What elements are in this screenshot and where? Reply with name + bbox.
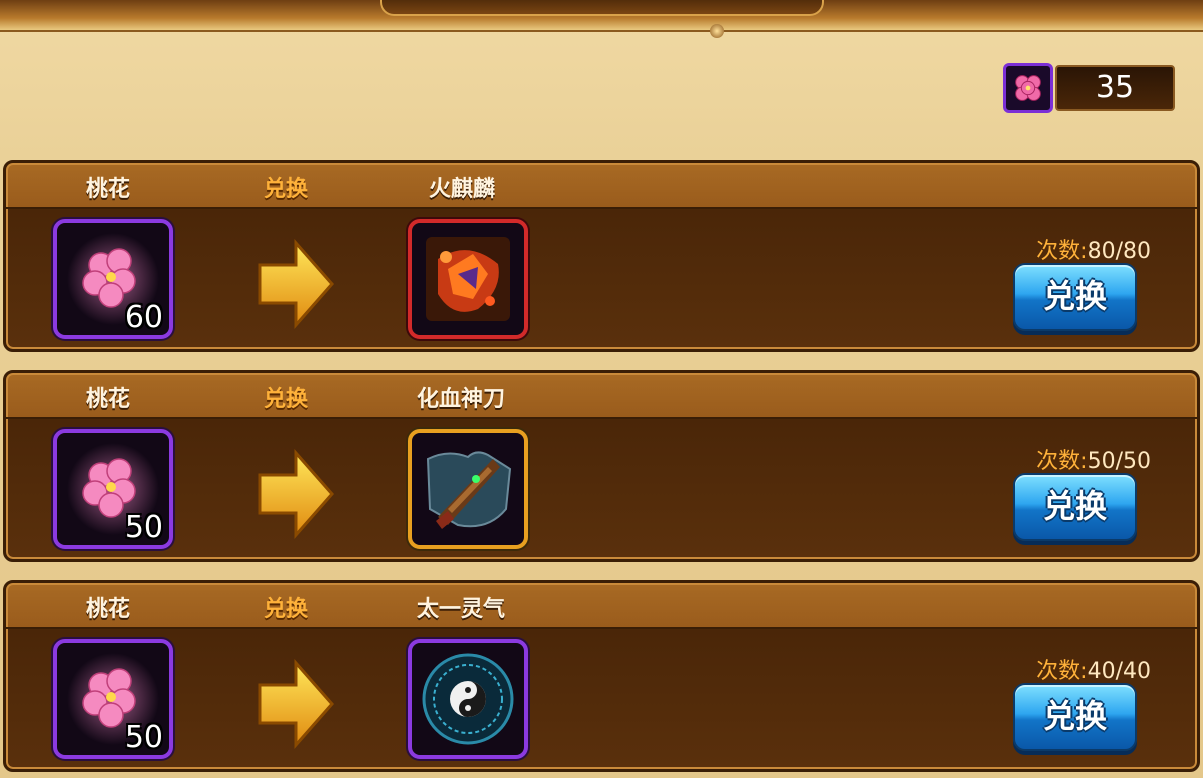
cost-label: 桃花	[86, 597, 131, 622]
exchange-row: 桃花 兑换 太一灵气 50 次数:40/40 兑换	[3, 580, 1200, 772]
count-value: 50/50	[1087, 449, 1151, 474]
row-divider	[6, 627, 1197, 629]
row-divider	[6, 207, 1197, 209]
exchange-label: 兑换	[264, 387, 309, 412]
count-label: 次数:	[1036, 659, 1088, 684]
redeem-button[interactable]: 兑换	[1013, 473, 1137, 541]
exchange-count: 次数:50/50	[1036, 443, 1151, 475]
peach-blossom-icon	[1003, 63, 1053, 113]
reward-name: 太一灵气	[417, 597, 506, 622]
reward-item-slot[interactable]	[408, 429, 528, 549]
exchange-label: 兑换	[264, 597, 309, 622]
cost-label: 桃花	[86, 177, 131, 202]
blood-blade-fragment-icon	[426, 451, 512, 529]
reward-name: 化血神刀	[417, 387, 506, 412]
reward-item-slot[interactable]	[408, 219, 528, 339]
fire-qilin-fragment-icon	[426, 237, 510, 321]
arrow-right-icon	[258, 239, 334, 329]
taiji-spirit-icon	[422, 653, 514, 745]
exchange-row: 桃花 兑换 化血神刀 50 次数:50/50 兑换	[3, 370, 1200, 562]
redeem-button[interactable]: 兑换	[1013, 263, 1137, 331]
arrow-right-icon	[258, 449, 334, 539]
row-divider	[6, 417, 1197, 419]
cost-amount: 50	[124, 720, 163, 755]
count-value: 80/80	[1087, 239, 1151, 264]
exchange-row: 桃花 兑换 火麒麟 60 次数:80/80 兑换	[3, 160, 1200, 352]
reward-name: 火麒麟	[429, 177, 496, 202]
title-banner	[380, 0, 824, 16]
cost-item-slot[interactable]: 50	[53, 639, 173, 759]
cost-item-slot[interactable]: 60	[53, 219, 173, 339]
exchange-count: 次数:40/40	[1036, 653, 1151, 685]
exchange-count: 次数:80/80	[1036, 233, 1151, 265]
exchange-label: 兑换	[264, 177, 309, 202]
cost-label: 桃花	[86, 387, 131, 412]
reward-item-slot[interactable]	[408, 639, 528, 759]
count-label: 次数:	[1036, 239, 1088, 264]
cost-amount: 50	[124, 510, 163, 545]
currency-value: 35	[1055, 65, 1175, 111]
count-label: 次数:	[1036, 449, 1088, 474]
redeem-button[interactable]: 兑换	[1013, 683, 1137, 751]
cost-amount: 60	[124, 300, 163, 335]
frame-stud	[710, 24, 724, 38]
arrow-right-icon	[258, 659, 334, 749]
cost-item-slot[interactable]: 50	[53, 429, 173, 549]
count-value: 40/40	[1087, 659, 1151, 684]
currency-display: 35	[1003, 63, 1175, 113]
